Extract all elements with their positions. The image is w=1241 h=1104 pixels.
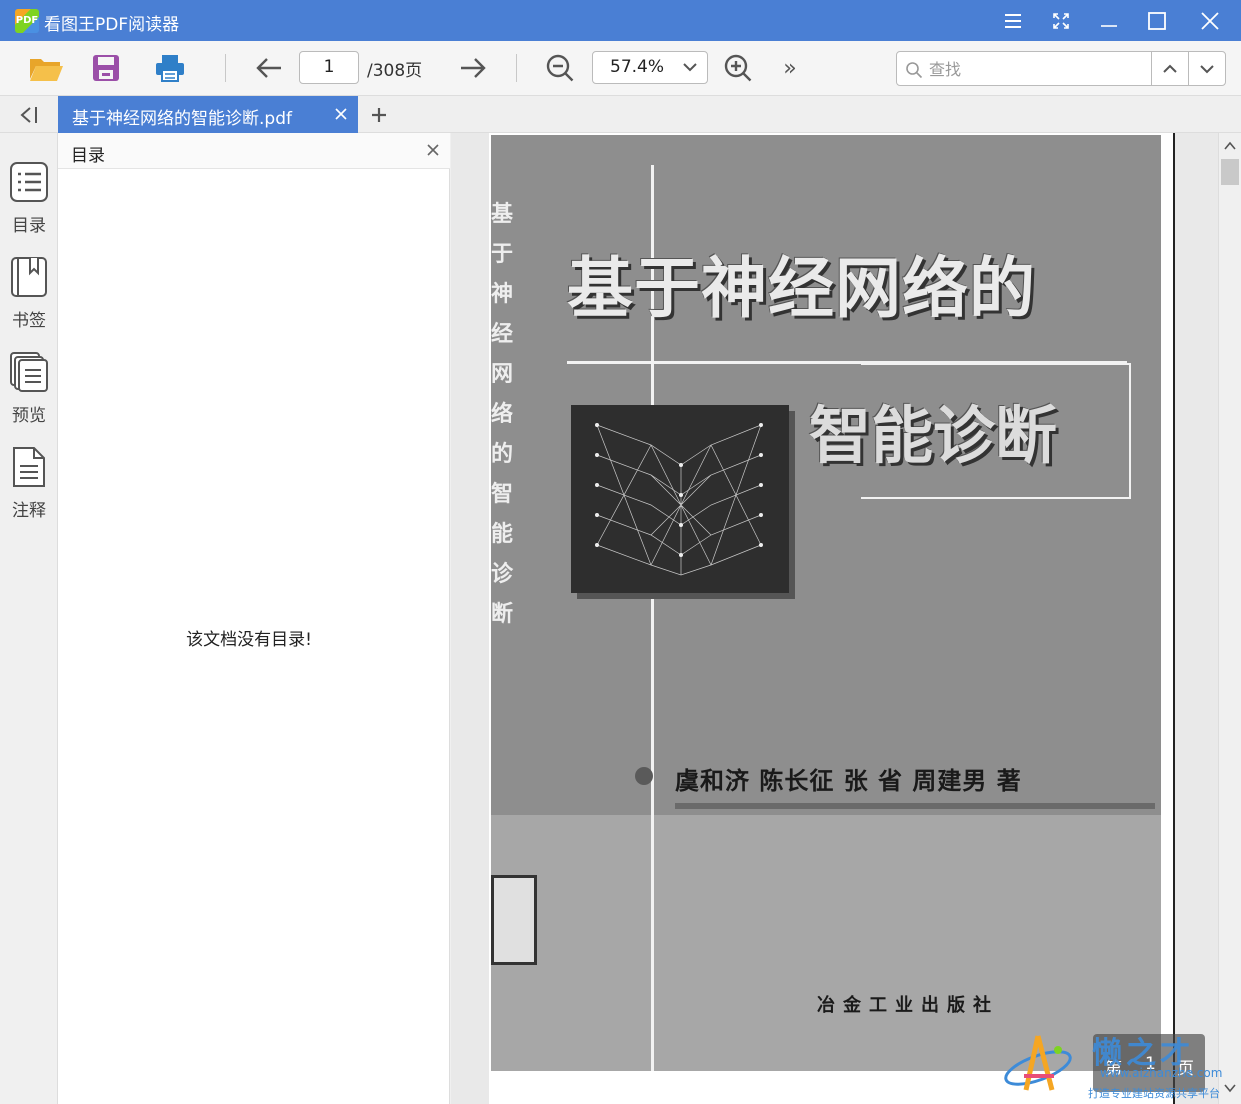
sidebar-item-preview[interactable]: 预览	[0, 351, 58, 431]
sidebar-item-outline[interactable]: 目录	[0, 161, 58, 241]
pdf-page: 基于神经网络的智能诊断 基于神经网络的 智能诊断 虞和济 陈长征 张 省 周建男…	[489, 133, 1175, 1104]
search-next-button[interactable]	[1188, 51, 1226, 86]
next-page-button[interactable]	[453, 49, 493, 87]
sidebar-item-label: 预览	[12, 406, 46, 426]
list-icon	[9, 161, 49, 203]
watermark-logo	[1000, 1030, 1076, 1100]
previous-page-button[interactable]	[249, 49, 289, 87]
library-label	[491, 875, 537, 965]
menu-icon	[1005, 13, 1021, 28]
maximize-button[interactable]	[1133, 0, 1181, 41]
save-icon	[93, 55, 119, 81]
neural-network-graphic	[571, 405, 789, 593]
add-tab-button[interactable]	[366, 102, 392, 128]
zoom-out-button[interactable]	[540, 49, 580, 87]
sidebar-item-label: 目录	[12, 216, 46, 236]
page-number-input[interactable]: 1	[299, 51, 359, 84]
collapse-left-icon	[20, 107, 37, 123]
plus-icon	[372, 108, 386, 122]
bookmark-icon	[9, 256, 49, 298]
cover-title-line1: 基于神经网络的	[567, 250, 1036, 327]
tab-document-label: 基于神经网络的智能诊断.pdf	[72, 109, 292, 129]
zoom-value: 57.4%	[610, 57, 665, 77]
close-window-button[interactable]	[1186, 0, 1234, 41]
sidebar-rail: 目录 书签 预览 注释	[0, 133, 58, 1104]
cover-publisher: 冶金工业出版社	[817, 995, 999, 1016]
arrow-right-icon	[461, 58, 486, 78]
printer-icon	[156, 55, 184, 82]
note-icon	[9, 446, 49, 488]
watermark-slogan: 打造专业建站资源共享平台	[1088, 1087, 1220, 1100]
zoom-in-icon	[724, 54, 752, 82]
outline-panel-header: 目录	[58, 133, 450, 169]
sidebar-item-bookmarks[interactable]: 书签	[0, 256, 58, 336]
chevron-down-icon	[1200, 64, 1214, 73]
open-file-button[interactable]	[26, 49, 66, 87]
app-title: 看图王PDF阅读器	[44, 15, 180, 35]
zoom-out-icon	[546, 54, 574, 82]
minimize-icon	[1101, 24, 1117, 27]
chevron-up-icon[interactable]	[1224, 141, 1236, 151]
sidebar-item-label: 书签	[12, 311, 46, 331]
app-logo: PDF	[15, 9, 39, 33]
outline-empty-message: 该文档没有目录!	[186, 630, 312, 650]
book-cover-image: 基于神经网络的智能诊断 基于神经网络的 智能诊断 虞和济 陈长征 张 省 周建男…	[491, 135, 1161, 1071]
zoom-select[interactable]: 57.4%	[592, 51, 708, 84]
search-previous-button[interactable]	[1151, 51, 1189, 86]
fullscreen-button[interactable]	[1037, 0, 1085, 41]
save-button[interactable]	[86, 49, 126, 87]
toolbar-divider	[225, 54, 226, 82]
close-icon[interactable]	[334, 107, 348, 121]
toolbar-divider	[516, 54, 517, 82]
tab-bar: 基于神经网络的智能诊断.pdf	[0, 96, 1241, 133]
cover-title-line2: 智能诊断	[809, 399, 1058, 472]
total-pages-label: /308页	[367, 61, 423, 81]
search-box[interactable]	[896, 51, 1152, 86]
minimize-button[interactable]	[1085, 0, 1133, 41]
document-viewer[interactable]: 基于神经网络的智能诊断 基于神经网络的 智能诊断 虞和济 陈长征 张 省 周建男…	[451, 133, 1218, 1104]
close-icon[interactable]	[426, 143, 440, 157]
menu-button[interactable]	[989, 0, 1037, 41]
sidebar-item-label: 注释	[12, 501, 46, 521]
pages-icon	[9, 351, 49, 393]
title-bar: PDF 看图王PDF阅读器	[0, 0, 1241, 41]
cover-spine-text: 基于神经网络的智能诊断	[491, 202, 514, 627]
more-tools-button[interactable]: »	[770, 49, 810, 87]
cover-authors: 虞和济 陈长征 张 省 周建男 著	[675, 767, 1022, 795]
folder-open-icon	[30, 59, 63, 81]
scrollbar-thumb[interactable]	[1221, 159, 1239, 185]
outline-panel-title: 目录	[71, 146, 105, 166]
vertical-scrollbar[interactable]	[1218, 133, 1241, 1104]
watermark-url: www.aizhanzhe.com	[1100, 1066, 1223, 1080]
chevron-up-icon	[1163, 64, 1177, 73]
maximize-icon	[1148, 11, 1166, 30]
collapse-sidebar-button[interactable]	[12, 102, 46, 128]
search-input[interactable]	[929, 58, 1139, 80]
chevron-down-icon	[683, 63, 697, 72]
sidebar-item-annotations[interactable]: 注释	[0, 446, 58, 526]
print-button[interactable]	[150, 49, 190, 87]
fullscreen-icon	[1053, 12, 1069, 29]
search-icon	[906, 62, 923, 79]
tab-document[interactable]: 基于神经网络的智能诊断.pdf	[58, 96, 358, 133]
arrow-left-icon	[256, 58, 281, 78]
close-icon	[1201, 11, 1219, 30]
chevron-down-icon[interactable]	[1224, 1083, 1236, 1093]
toolbar: 1 /308页 57.4% »	[0, 41, 1241, 96]
outline-panel: 目录 该文档没有目录!	[58, 133, 450, 1104]
zoom-in-button[interactable]	[718, 49, 758, 87]
